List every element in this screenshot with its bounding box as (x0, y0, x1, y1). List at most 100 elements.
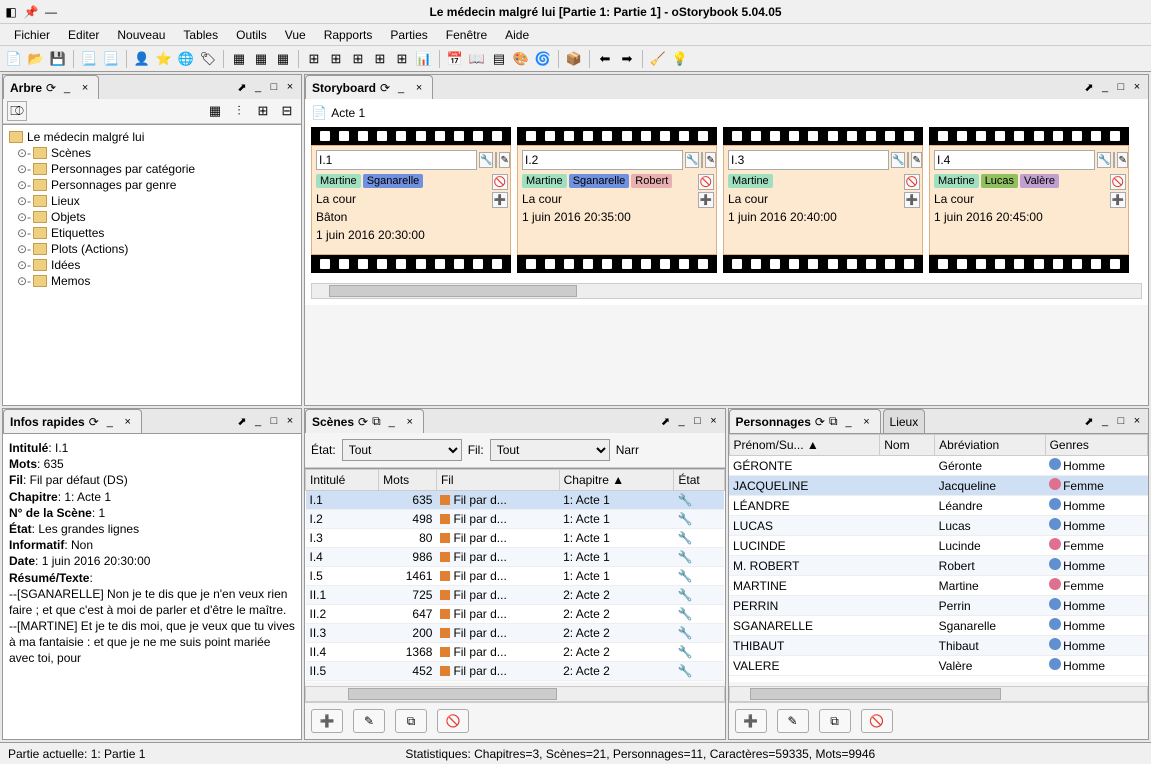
character-tag[interactable]: Robert (631, 174, 672, 188)
panel-float-icon[interactable]: ⬈ (235, 414, 249, 428)
chart-button[interactable]: 📊 (414, 49, 434, 69)
minimize-panel-icon[interactable]: _ (394, 81, 408, 95)
character-tag[interactable]: Lucas (981, 174, 1018, 188)
table-row[interactable]: M. ROBERTRobertHomme (729, 556, 1148, 576)
open-button[interactable]: 📂 (26, 49, 46, 69)
table-row[interactable]: I.4986Fil par d...1: Acte 1🔧 (306, 548, 725, 567)
refresh-icon[interactable]: ⟳ (815, 415, 825, 429)
table-row[interactable]: GÉRONTEGéronteHomme (729, 456, 1148, 476)
panel-min-icon[interactable]: _ (1098, 80, 1112, 94)
doc1-button[interactable]: 📃 (79, 49, 99, 69)
table-row[interactable]: III.1419Fil par d...3: Acte 3🔧 (306, 681, 725, 683)
panel-close-icon[interactable]: × (1130, 414, 1144, 428)
close-panel-icon[interactable]: × (403, 415, 417, 429)
forbid-icon[interactable]: 🚫 (698, 174, 714, 190)
tree-node[interactable]: ⊙-Etiquettes (7, 225, 297, 241)
film-clip[interactable]: 🔧✎MartineLa cour1 juin 2016 20:40:00🚫➕ (723, 127, 923, 273)
column-header[interactable]: Nom (880, 435, 935, 456)
lightbulb-button[interactable]: 💡 (670, 49, 690, 69)
tree-expand-button[interactable]: ⊞ (253, 101, 273, 121)
table-row[interactable]: I.1635Fil par d...1: Acte 1🔧 (306, 491, 725, 510)
options-icon[interactable]: ⧉ (372, 414, 381, 429)
table-row[interactable]: I.2498Fil par d...1: Acte 1🔧 (306, 510, 725, 529)
storyboard-tab[interactable]: Storyboard ⟳ _ × (305, 75, 433, 99)
wrench-icon[interactable]: 🔧 (685, 152, 699, 168)
table-row[interactable]: SGANARELLESganarelleHomme (729, 616, 1148, 636)
column-header[interactable]: État (674, 470, 724, 491)
grid3-button[interactable]: ⊞ (348, 49, 368, 69)
wrench-icon[interactable]: 🔧 (1097, 152, 1111, 168)
pin-icon[interactable]: 📌 (24, 5, 38, 19)
add-button[interactable]: ➕ (311, 709, 343, 733)
panel-close-icon[interactable]: × (707, 414, 721, 428)
eraser-button[interactable]: 🧹 (648, 49, 668, 69)
tree-node[interactable]: ⊙-Objets (7, 209, 297, 225)
copy-button[interactable]: ⧉ (395, 709, 427, 733)
book-button[interactable]: 📖 (467, 49, 487, 69)
expand-icon[interactable]: ⊙- (17, 242, 29, 256)
box-button[interactable]: 📦 (564, 49, 584, 69)
panel-close-icon[interactable]: × (1130, 80, 1144, 94)
add-icon[interactable]: ➕ (904, 192, 920, 208)
column-header[interactable]: Genres (1045, 435, 1147, 456)
grid5-button[interactable]: ⊞ (392, 49, 412, 69)
refresh-icon[interactable]: ⟳ (46, 81, 56, 95)
menu-vue[interactable]: Vue (277, 26, 314, 44)
wrench-icon[interactable]: 🔧 (479, 152, 493, 168)
palette-button[interactable]: 🎨 (511, 49, 531, 69)
film-clip[interactable]: 🔧✎MartineSganarelleRobertLa cour1 juin 2… (517, 127, 717, 273)
table-row[interactable]: II.41368Fil par d...2: Acte 2🔧 (306, 643, 725, 662)
characters-scrollbar[interactable] (729, 686, 1149, 702)
column-header[interactable]: Mots (379, 470, 437, 491)
panel-min-icon[interactable]: _ (1098, 414, 1112, 428)
tree-node[interactable]: ⊙-Idées (7, 257, 297, 273)
doc2-button[interactable]: 📃 (101, 49, 121, 69)
delete-button[interactable]: 🚫 (861, 709, 893, 733)
minimize-icon[interactable]: — (44, 5, 58, 19)
tree-node[interactable]: ⊙-Scènes (7, 145, 297, 161)
delete-button[interactable]: 🚫 (437, 709, 469, 733)
character-tag[interactable]: Sganarelle (569, 174, 630, 188)
expand-icon[interactable]: ⊙- (17, 162, 29, 176)
minimize-panel-icon[interactable]: _ (103, 415, 117, 429)
menu-tables[interactable]: Tables (175, 26, 226, 44)
character-tag[interactable]: Martine (728, 174, 773, 188)
expand-icon[interactable]: ⊙- (17, 146, 29, 160)
add-icon[interactable]: ➕ (492, 192, 508, 208)
panel-max-icon[interactable]: □ (1114, 414, 1128, 428)
options-icon[interactable]: ⧉ (829, 414, 838, 429)
film-clip[interactable]: 🔧✎MartineSganarelleLa courBâton1 juin 20… (311, 127, 511, 273)
minimize-panel-icon[interactable]: _ (60, 81, 74, 95)
add-button[interactable]: ➕ (735, 709, 767, 733)
close-panel-icon[interactable]: × (121, 415, 135, 429)
characters-table[interactable]: Prénom/Su... ▲NomAbréviationGenres GÉRON… (729, 434, 1149, 676)
spiral-button[interactable]: 🌀 (533, 49, 553, 69)
panel-float-icon[interactable]: ⬈ (1082, 414, 1096, 428)
expand-icon[interactable]: ⊙- (17, 210, 29, 224)
panel-close-icon[interactable]: × (283, 80, 297, 94)
menu-editer[interactable]: Editer (60, 26, 107, 44)
edit-icon[interactable]: ✎ (1117, 152, 1127, 168)
tree-node[interactable]: ⊙-Personnages par catégorie (7, 161, 297, 177)
add-icon[interactable]: ➕ (1110, 192, 1126, 208)
panel-close-icon[interactable]: × (283, 414, 297, 428)
tree-mode-button[interactable]: ⎄ (7, 101, 27, 121)
table-row[interactable]: PERRINPerrinHomme (729, 596, 1148, 616)
tree-node[interactable]: ⊙-Memos (7, 273, 297, 289)
close-panel-icon[interactable]: × (860, 415, 874, 429)
add-icon[interactable]: ➕ (698, 192, 714, 208)
tree-collapse-button[interactable]: ⊟ (277, 101, 297, 121)
character-tag[interactable]: Martine (934, 174, 979, 188)
character-tag[interactable]: Valère (1020, 174, 1059, 188)
new-file-button[interactable]: 📄 (4, 49, 24, 69)
expand-icon[interactable]: ⊙- (17, 258, 29, 272)
calendar-button[interactable]: 📅 (445, 49, 465, 69)
edit-button[interactable]: ✎ (353, 709, 385, 733)
table-row[interactable]: LÉANDRELéandreHomme (729, 496, 1148, 516)
panel-float-icon[interactable]: ⬈ (235, 80, 249, 94)
minimize-panel-icon[interactable]: _ (385, 415, 399, 429)
forward-button[interactable]: ➡ (617, 49, 637, 69)
scene-id-input[interactable] (934, 150, 1095, 170)
forbid-icon[interactable]: 🚫 (904, 174, 920, 190)
table-row[interactable]: LUCASLucasHomme (729, 516, 1148, 536)
